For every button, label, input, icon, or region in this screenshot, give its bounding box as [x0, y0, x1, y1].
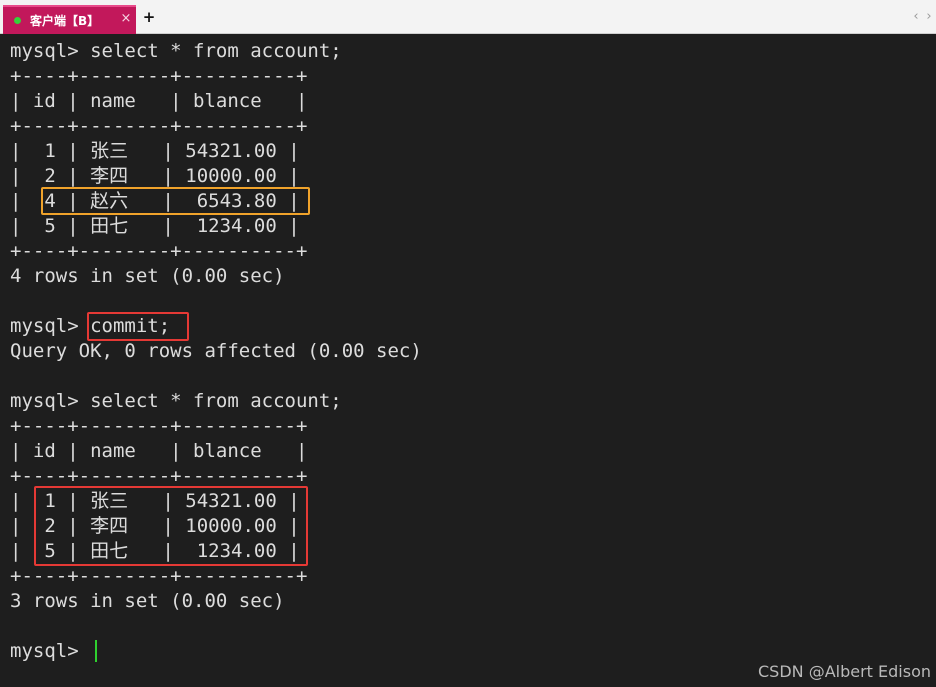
terminal-line: mysql> select * from account;: [10, 40, 342, 62]
terminal-line: mysql> commit;: [10, 315, 171, 337]
terminal-line: | 4 | 赵六 | 6543.80 |: [10, 190, 300, 212]
terminal-line: Query OK, 0 rows affected (0.00 sec): [10, 340, 422, 362]
terminal-line: +----+--------+----------+: [10, 65, 308, 87]
terminal-line: +----+--------+----------+: [10, 415, 308, 437]
close-icon[interactable]: ×: [119, 11, 133, 27]
terminal-line: | 1 | 张三 | 54321.00 |: [10, 490, 300, 512]
terminal-line: +----+--------+----------+: [10, 240, 308, 262]
terminal-line: +----+--------+----------+: [10, 115, 308, 137]
text-cursor: [95, 640, 97, 662]
terminal-line: | id | name | blance |: [10, 90, 308, 112]
tab-bar: 客户端【B】 × + ‹ ›: [0, 0, 936, 34]
terminal-line: | 1 | 张三 | 54321.00 |: [10, 140, 300, 162]
terminal-line: 3 rows in set (0.00 sec): [10, 590, 285, 612]
terminal-line: mysql> select * from account;: [10, 390, 342, 412]
terminal-line: | 2 | 李四 | 10000.00 |: [10, 165, 300, 187]
terminal-line: +----+--------+----------+: [10, 565, 308, 587]
terminal-line: 4 rows in set (0.00 sec): [10, 265, 285, 287]
connection-status-dot: [14, 17, 21, 24]
terminal-line: | 5 | 田七 | 1234.00 |: [10, 215, 300, 237]
scroll-right-icon[interactable]: ›: [924, 9, 934, 25]
watermark: CSDN @Albert Edison: [757, 662, 931, 681]
terminal-line: | 5 | 田七 | 1234.00 |: [10, 540, 300, 562]
tab-title: 客户端【B】: [30, 14, 100, 28]
terminal-line: | 2 | 李四 | 10000.00 |: [10, 515, 300, 537]
terminal-line: +----+--------+----------+: [10, 465, 308, 487]
terminal-prompt: mysql>: [10, 640, 91, 662]
scroll-left-icon[interactable]: ‹: [911, 9, 921, 25]
terminal-output[interactable]: mysql> select * from account; +----+----…: [0, 34, 936, 687]
add-tab-icon[interactable]: +: [142, 8, 156, 26]
tab-client-b[interactable]: 客户端【B】 ×: [3, 5, 136, 34]
terminal-line: | id | name | blance |: [10, 440, 308, 462]
